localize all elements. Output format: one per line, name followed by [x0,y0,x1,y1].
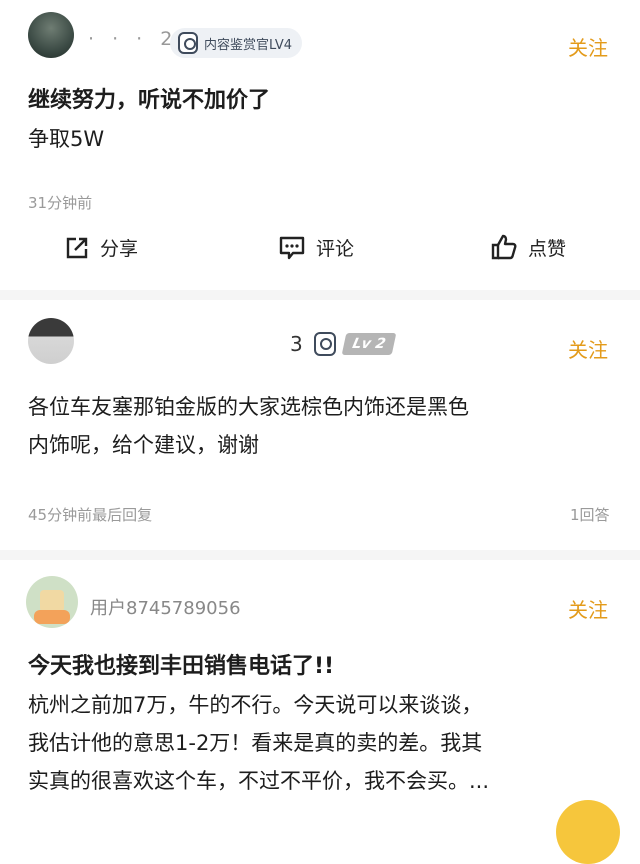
post-1: · · · 2 内容鉴赏官LV4 关注 继续努力，听说不加价了 争取5W 31分… [0,0,640,290]
like-icon [491,234,517,260]
avatar[interactable] [26,576,78,628]
post-text-line: 内饰呢，给个建议，谢谢 [28,433,259,457]
comment-label: 评论 [316,238,355,260]
floating-action-button[interactable] [556,800,620,864]
post-text-line: 杭州之前加7万，牛的不行。今天说可以来谈谈， [28,693,483,717]
timestamp: 31分钟前 [28,194,93,212]
follow-button[interactable]: 关注 [568,334,608,363]
post-2: 3 Lv 2 关注 各位车友塞那铂金版的大家选棕色内饰还是黑色 内饰呢，给个建议… [0,300,640,542]
badge[interactable]: 内容鉴赏官LV4 [170,28,302,58]
share-icon [66,237,88,258]
reply-count[interactable]: 1回答 [570,504,610,525]
badge-icon[interactable] [314,332,336,356]
badge-icon [178,32,198,54]
badge-label: 内容鉴赏官LV4 [204,37,292,53]
avatar[interactable] [28,318,74,364]
post-text-line: 实真的很喜欢这个车，不过不平价，我不会买。... [28,769,490,793]
follow-button[interactable]: 关注 [568,594,608,623]
post-title: 今天我也接到丰田销售电话了!! [28,654,335,679]
post-text-line: 各位车友塞那铂金版的大家选棕色内饰还是黑色 [28,395,469,419]
share-label: 分享 [100,238,139,260]
timestamp: 45分钟前最后回复 [28,506,153,524]
post-3: 用户8745789056 关注 今天我也接到丰田销售电话了!! 杭州之前加7万，… [0,560,640,864]
username[interactable]: 用户8745789056 [90,594,241,620]
divider [0,290,640,300]
like-button[interactable]: 点赞 [490,233,566,261]
comment-button[interactable]: 评论 [278,234,354,261]
comment-icon [279,236,305,259]
divider [0,550,640,560]
username[interactable]: · · · 2 [88,28,178,50]
username[interactable]: 3 [290,332,303,356]
like-label: 点赞 [528,237,567,260]
post-text-line: 我估计他的意思1-2万！看来是真的卖的差。我其 [28,731,483,755]
post-text-line: 争取5W [28,127,105,151]
level-badge: Lv 2 [341,333,397,355]
post-text-line: 继续努力，听说不加价了 [28,88,271,113]
share-button[interactable]: 分享 [64,234,138,261]
follow-button[interactable]: 关注 [568,32,608,61]
avatar[interactable] [28,12,74,58]
